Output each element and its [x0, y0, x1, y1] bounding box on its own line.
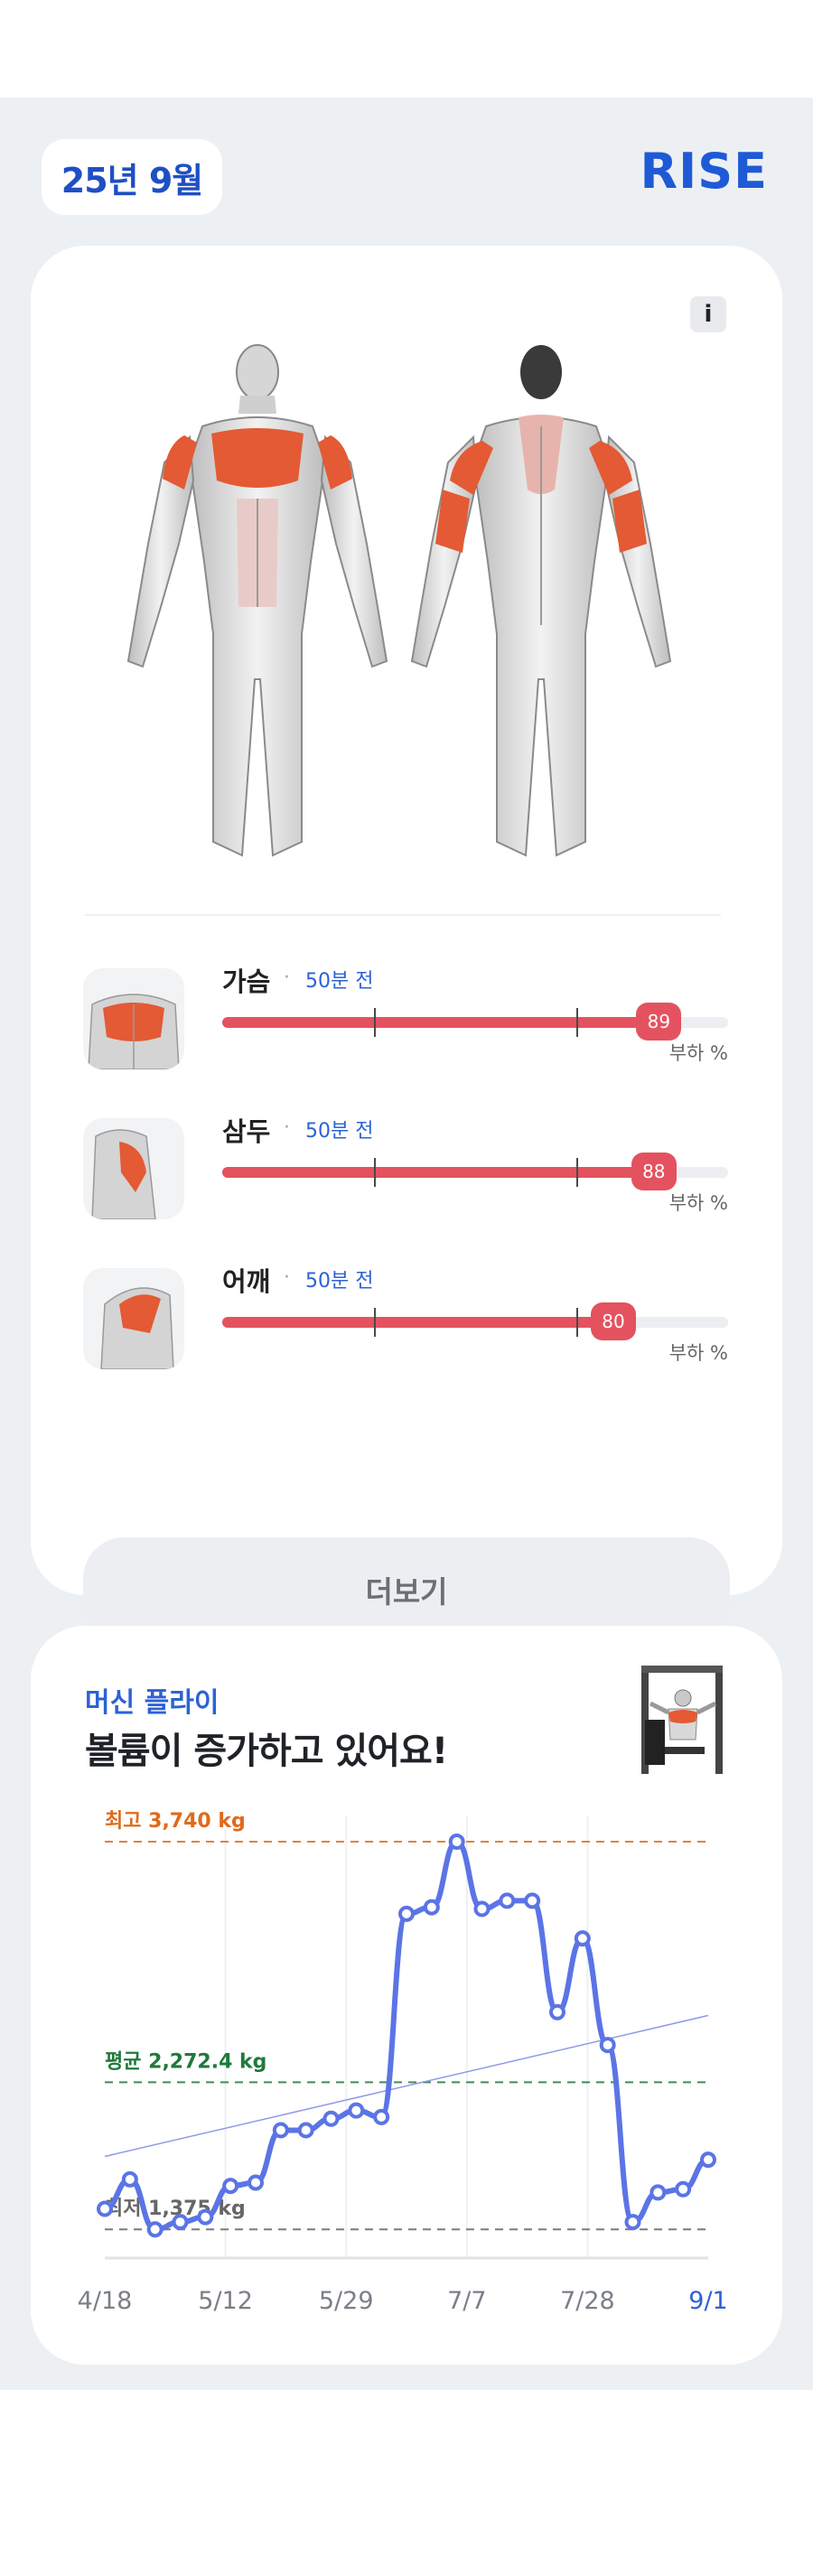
- muscle-name: 어깨: [222, 1266, 271, 1297]
- app-screen: 25년 9월 RISE i 가슴 · 50분 전 89 부하 % 삼두 · 50…: [0, 98, 813, 2390]
- data-point: [197, 2208, 214, 2226]
- data-point: [146, 2221, 164, 2238]
- muscle-row-triceps[interactable]: 삼두 · 50분 전 88 부하 %: [83, 1111, 728, 1225]
- reference-label: 평균 2,272.4 kg: [105, 2050, 266, 2073]
- load-tick: [576, 1308, 578, 1337]
- load-tick: [374, 1158, 376, 1187]
- load-tick: [374, 1308, 376, 1337]
- x-tick-label: 9/1: [688, 2287, 727, 2315]
- x-tick-label: 5/12: [198, 2287, 253, 2315]
- data-point: [549, 2003, 565, 2021]
- front-figure: [126, 344, 388, 857]
- info-button[interactable]: i: [690, 296, 726, 332]
- volume-series-line: [104, 1839, 709, 2233]
- x-tick-label: 4/18: [78, 2287, 133, 2315]
- data-point: [222, 2178, 239, 2195]
- data-point: [675, 2180, 692, 2198]
- load-bar-fill: [222, 1317, 627, 1328]
- load-badge: 89: [636, 1003, 682, 1041]
- time-ago: 50분 전: [305, 1270, 374, 1293]
- separator-dot: ·: [284, 1116, 290, 1139]
- load-badge: 80: [591, 1302, 636, 1340]
- brand-logo: RISE: [640, 143, 768, 200]
- data-point: [398, 1905, 415, 1922]
- data-point: [599, 2037, 616, 2054]
- data-point: [499, 1892, 516, 1909]
- data-point: [97, 2200, 113, 2217]
- data-point: [423, 1899, 440, 1916]
- muscle-row-chest[interactable]: 가슴 · 50분 전 89 부하 %: [83, 961, 728, 1075]
- chest-thumbnail: [83, 968, 184, 1069]
- data-point: [373, 2108, 390, 2125]
- data-point: [272, 2122, 289, 2139]
- data-point: [574, 1930, 591, 1947]
- load-unit: 부하 %: [668, 1042, 728, 1064]
- divider: [85, 914, 721, 916]
- time-ago: 50분 전: [305, 1120, 374, 1143]
- triceps-thumbnail: [83, 1118, 184, 1219]
- load-bar: 89: [222, 1003, 728, 1041]
- data-point: [524, 1892, 541, 1909]
- shoulder-thumbnail: [83, 1268, 184, 1369]
- load-badge: 88: [631, 1153, 677, 1190]
- load-tick: [576, 1158, 578, 1187]
- load-bar: 80: [222, 1302, 728, 1340]
- volume-card: 머신 플라이 볼륨이 증가하고 있어요! 최고 3,740 kg 평균 2,272…: [31, 1626, 782, 2365]
- data-point: [248, 2174, 264, 2191]
- muscle-name: 가슴: [222, 966, 271, 997]
- data-point: [172, 2214, 189, 2231]
- load-tick: [374, 1008, 376, 1037]
- data-point: [473, 1900, 491, 1918]
- back-figure: [410, 345, 672, 857]
- muscle-name: 삼두: [222, 1116, 271, 1147]
- load-bar-fill: [222, 1167, 668, 1178]
- muscle-row-shoulder[interactable]: 어깨 · 50분 전 80 부하 %: [83, 1261, 728, 1375]
- x-tick-label: 7/28: [560, 2287, 615, 2315]
- load-unit: 부하 %: [668, 1192, 728, 1214]
- x-tick-label: 5/29: [319, 2287, 374, 2315]
- data-point: [322, 2110, 340, 2127]
- load-bar-fill: [222, 1017, 673, 1028]
- data-point: [297, 2122, 314, 2139]
- month-selector[interactable]: 25년 9월: [42, 139, 222, 215]
- load-tick: [576, 1008, 578, 1037]
- data-point: [624, 2214, 641, 2231]
- muscle-load-card: i 가슴 · 50분 전 89 부하 % 삼두 · 50분 전 88 부하 % …: [31, 246, 782, 1642]
- volume-chart: 최고 3,740 kg평균 2,272.4 kg최저 1,375 kg4/18 5…: [78, 1810, 728, 2315]
- separator-dot: ·: [284, 1266, 290, 1289]
- data-point: [649, 2184, 667, 2201]
- load-unit: 부하 %: [668, 1342, 728, 1364]
- data-point: [448, 1834, 465, 1851]
- data-point: [700, 2151, 716, 2169]
- separator-dot: ·: [284, 966, 290, 989]
- data-point: [348, 2102, 365, 2119]
- load-bar: 88: [222, 1153, 728, 1190]
- data-point: [121, 2170, 138, 2188]
- body-map: [126, 344, 672, 857]
- time-ago: 50분 전: [305, 970, 374, 993]
- reference-label: 최고 3,740 kg: [105, 1810, 246, 1833]
- x-tick-label: 7/7: [447, 2287, 486, 2315]
